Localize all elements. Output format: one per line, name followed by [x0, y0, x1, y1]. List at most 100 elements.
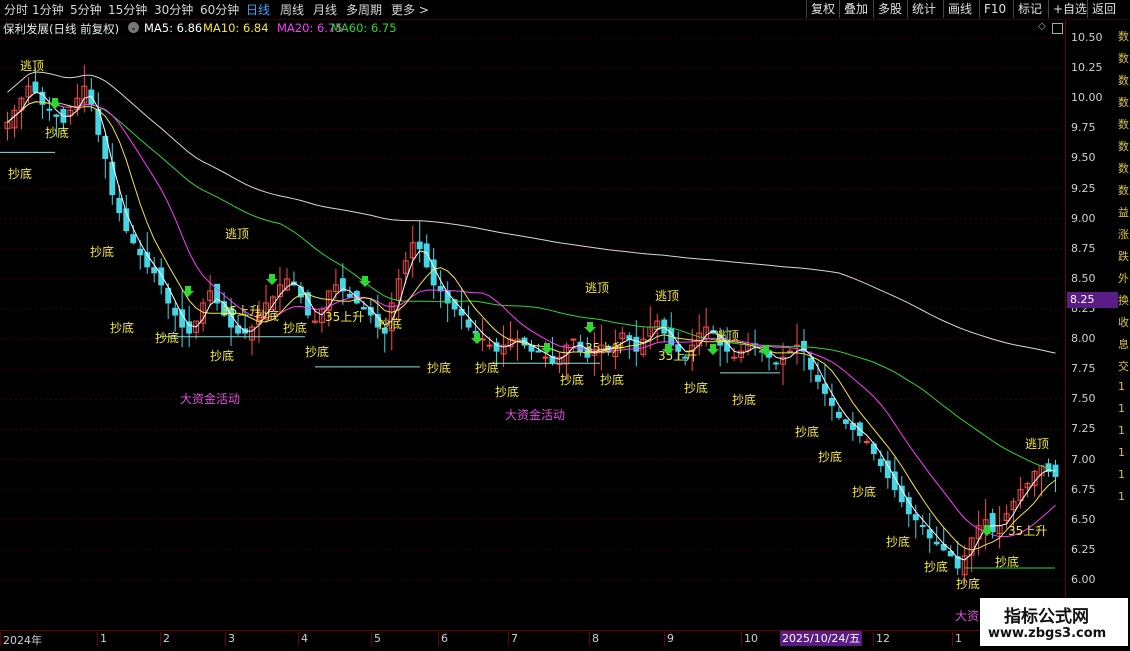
moving-average-lines — [7, 71, 1056, 561]
info-strip-char: 1 — [1118, 446, 1125, 459]
price-tick-label: 7.50 — [1071, 392, 1096, 406]
price-tick-label: 10.25 — [1071, 61, 1103, 75]
signal-labels: 逃顶逃顶逃顶逃顶逃顶逃顶抄底抄底抄底抄底抄底抄底抄底抄底抄底抄底抄底 抄底抄底抄底… — [8, 59, 1049, 623]
candle-body — [989, 513, 996, 533]
price-tick-label: 6.00 — [1071, 573, 1096, 586]
price-tick-label: 6.25 — [1071, 542, 1096, 556]
bottom-buy-label: 抄底 — [427, 360, 451, 375]
bottom-buy-label: 抄底 — [155, 330, 179, 345]
period-tab-monthly[interactable]: 月线 — [313, 1, 337, 18]
period-tab-weekly[interactable]: 周线 — [280, 1, 304, 18]
current-date-tag: 2025/10/24/五 — [780, 631, 863, 646]
escape-top-label: 逃顶 — [715, 329, 739, 343]
bottom-support-lines — [0, 151, 1055, 569]
price-axis: 10.50 10.25 10.00 9.75 9.50 9.25 9.00 8.75 8.50 8… — [1065, 20, 1116, 630]
candle-body — [151, 267, 158, 274]
candle-body — [346, 293, 353, 298]
bottom-buy-label: 抄底 — [995, 554, 1019, 569]
add-watchlist-button[interactable]: +自选 — [1048, 0, 1091, 18]
candle-body — [933, 541, 940, 545]
bottom-buy-label: 抄底 — [90, 244, 114, 259]
f10-button[interactable]: F10 — [979, 0, 1010, 18]
candle-body — [486, 344, 493, 347]
price-tick-label: 7.25 — [1071, 422, 1096, 436]
info-strip-char: 数 — [1118, 118, 1129, 131]
candle-body — [542, 356, 549, 359]
candle-body — [116, 197, 123, 214]
bottom-buy-label: 抄底 — [45, 125, 69, 140]
candle-body — [787, 350, 793, 353]
back-button[interactable]: 返回 — [1087, 0, 1120, 18]
period-tab-30min[interactable]: 30分钟 — [154, 1, 193, 18]
rise35-label: 35上升 — [1008, 524, 1047, 538]
candle-body — [808, 357, 814, 370]
period-tab-more[interactable]: 更多 > — [391, 1, 429, 18]
candle-body — [821, 383, 828, 394]
date-tick-label: 2 — [160, 632, 170, 646]
info-strip-char: 交 — [1118, 360, 1129, 373]
date-tick-label: 12 — [873, 632, 890, 646]
bottom-buy-label: 抄底 — [560, 372, 584, 387]
bottom-buy-label: 抄底 — [684, 380, 708, 395]
period-tab-daily[interactable]: 日线 — [246, 1, 270, 18]
bottom-buy-label: 抄底 — [924, 559, 948, 574]
info-strip-char: 收 — [1118, 316, 1129, 329]
candle-body — [46, 108, 53, 111]
candle-body — [130, 234, 137, 244]
candle-body — [570, 338, 577, 341]
rise35-label: 35上升 — [222, 304, 261, 318]
candle-body — [926, 529, 933, 539]
big-money-label: 大资金活动 — [505, 407, 565, 422]
date-tick-label: 1 — [97, 632, 107, 646]
period-tab-timeshare[interactable]: 分时 — [4, 1, 28, 18]
date-tick-label: 1 — [952, 632, 962, 646]
buy-arrow-icon — [266, 274, 278, 285]
escape-top-label: 逃顶 — [585, 281, 609, 295]
candle-body — [535, 350, 542, 353]
candle-body — [898, 485, 905, 503]
buy-arrow-icon — [182, 286, 194, 297]
price-tick-label: 9.00 — [1071, 211, 1096, 225]
info-strip-char: 1 — [1118, 402, 1125, 415]
period-tab-multi[interactable]: 多周期 — [346, 1, 382, 18]
info-strip-char: 1 — [1118, 380, 1125, 393]
candle-body — [828, 397, 835, 406]
info-strip-char: 益 — [1118, 206, 1129, 219]
candle-body — [32, 81, 39, 93]
period-toolbar: 分时 1分钟 5分钟 15分钟 30分钟 60分钟 日线 周线 月线 多周期 更… — [0, 0, 1130, 20]
period-tab-15min[interactable]: 15分钟 — [108, 1, 147, 18]
buy-arrow-icon — [707, 344, 719, 355]
period-tab-5min[interactable]: 5分钟 — [70, 1, 102, 18]
candle-body — [360, 307, 367, 310]
candle-body — [919, 524, 926, 527]
bottom-buy-label: 抄底 — [886, 534, 910, 549]
candle-body — [842, 419, 849, 424]
statistics-button[interactable]: 统计 — [907, 0, 940, 18]
restore-rights-button[interactable]: 复权 — [806, 0, 839, 18]
overlay-button[interactable]: 叠加 — [839, 0, 872, 18]
mark-button[interactable]: 标记 — [1013, 0, 1046, 18]
period-tab-1min[interactable]: 1分钟 — [32, 1, 64, 18]
date-tick-label: 5 — [371, 632, 381, 646]
current-price-tag: 8.25 — [1067, 292, 1123, 308]
draw-line-button[interactable]: 画线 — [943, 0, 976, 18]
rise35-label: 35上升 — [585, 341, 624, 355]
escape-top-label: 逃顶 — [1025, 437, 1049, 451]
period-tab-60min[interactable]: 60分钟 — [200, 1, 239, 18]
bottom-buy-label: 抄底 — [305, 344, 329, 359]
price-grid — [0, 37, 1065, 581]
bottom-buy-label: 抄底 — [8, 166, 32, 181]
buy-arrow-icon — [584, 322, 596, 333]
multi-stock-button[interactable]: 多股 — [873, 0, 906, 18]
info-strip-char: 数 — [1118, 96, 1129, 109]
info-strip-char: 涨 — [1118, 228, 1129, 241]
price-tick-label: 8.50 — [1071, 271, 1096, 285]
ma20-line — [7, 101, 1056, 538]
date-tick-label: 9 — [664, 632, 674, 646]
candle-body — [912, 514, 919, 521]
candle-body — [53, 114, 60, 117]
escape-top-label: 逃顶 — [20, 59, 44, 73]
bottom-buy-label: 抄底 — [495, 384, 519, 399]
candlestick-chart[interactable]: 逃顶逃顶逃顶逃顶逃顶逃顶抄底抄底抄底抄底抄底抄底抄底抄底抄底抄底抄底 抄底抄底抄底… — [0, 20, 1065, 630]
price-tick-label: 6.75 — [1071, 482, 1096, 496]
